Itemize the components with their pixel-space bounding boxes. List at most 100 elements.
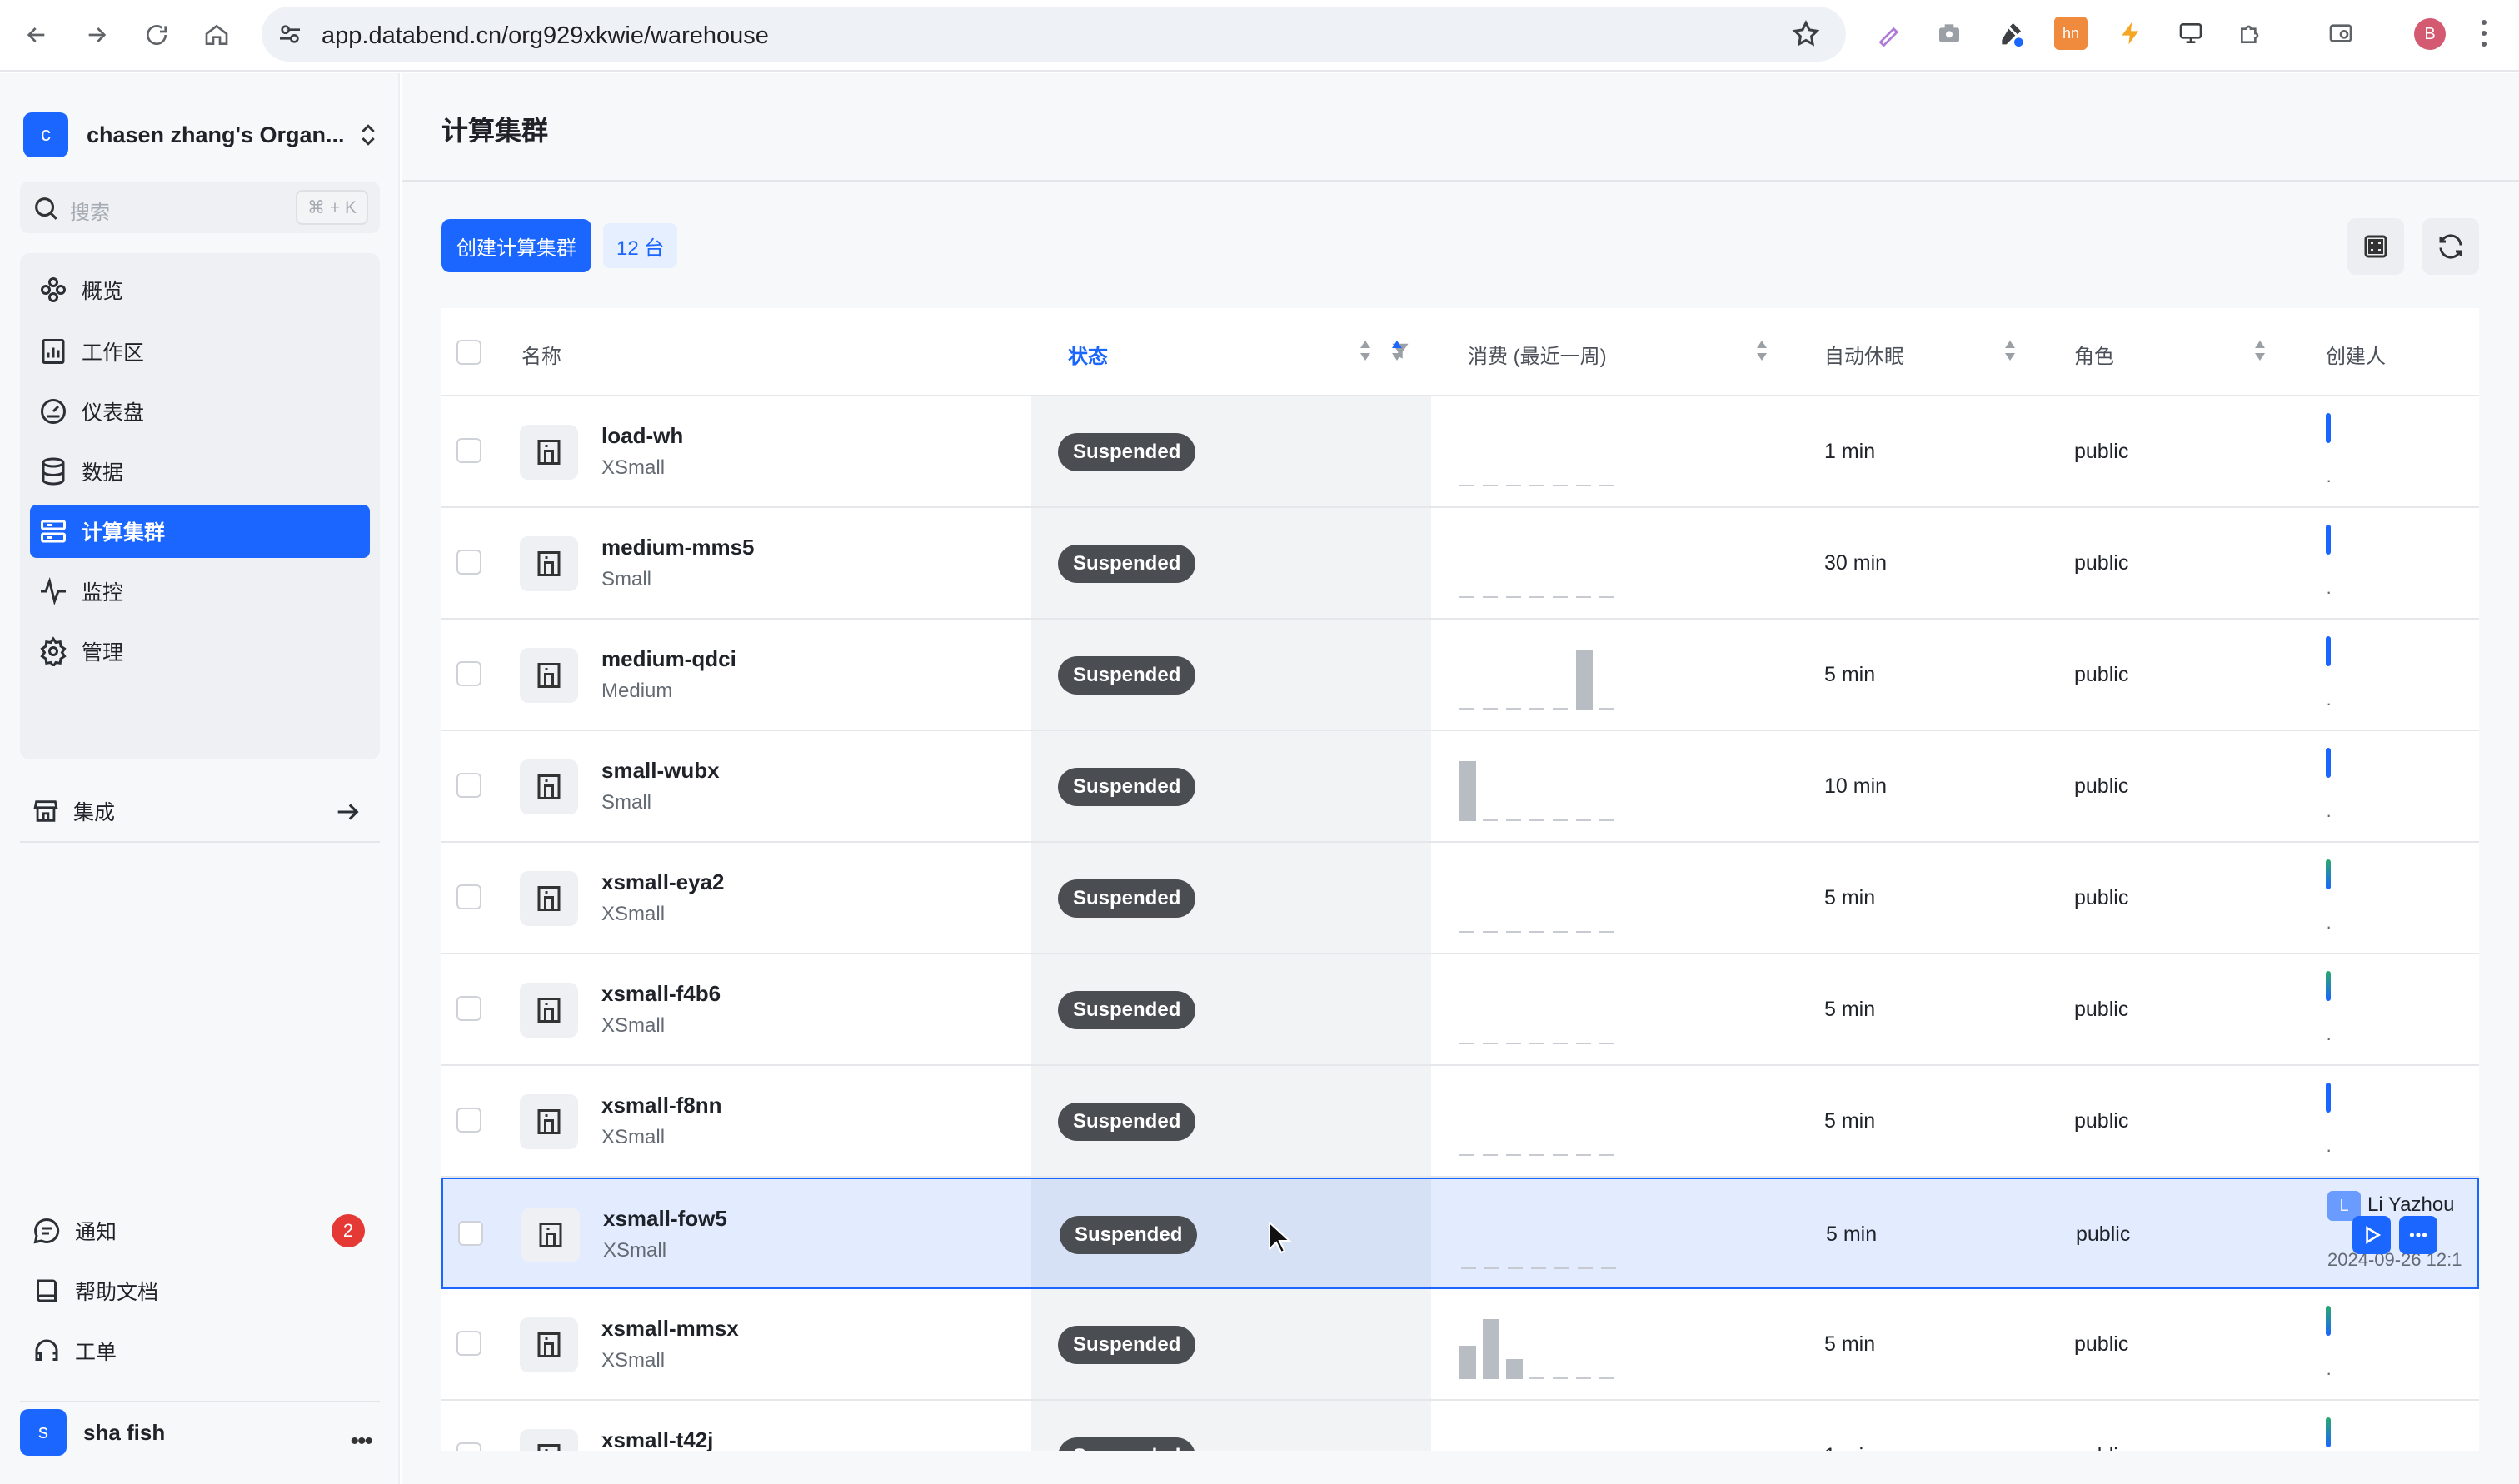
dropper-extension-icon[interactable] <box>1994 17 2028 50</box>
table-row[interactable]: small-wubx Small Suspended 10 min public… <box>441 731 2479 843</box>
warehouse-name[interactable]: xsmall-fow5 <box>603 1206 727 1232</box>
row-checkbox[interactable] <box>458 1221 483 1246</box>
row-checkbox[interactable] <box>456 661 481 686</box>
sort-icon[interactable] <box>1358 338 1373 363</box>
start-button[interactable] <box>2352 1216 2391 1254</box>
created-date: 2024-09-26 12:1 <box>2327 1249 2462 1270</box>
table-row[interactable]: xsmall-mmsx XSmall Suspended 5 min publi… <box>441 1289 2479 1401</box>
cost-bar-empty <box>1506 596 1521 598</box>
table-row[interactable]: medium-mms5 Small Suspended 30 min publi… <box>441 508 2479 620</box>
sidebar-item-manage[interactable]: 管理 <box>30 625 370 678</box>
warehouse-name[interactable]: load-wh <box>601 423 683 449</box>
screen-extension-icon[interactable] <box>2174 17 2207 50</box>
arrow-right-icon[interactable] <box>333 798 362 826</box>
sidebar-item-warehouse[interactable]: 计算集群 <box>30 505 370 558</box>
more-actions-button[interactable] <box>2399 1216 2437 1254</box>
table-row[interactable]: xsmall-eya2 XSmall Suspended 5 min publi… <box>441 843 2479 954</box>
warehouse-count-badge: 12 台 <box>603 223 678 268</box>
warehouse-name[interactable]: xsmall-eya2 <box>601 869 724 895</box>
refresh-button[interactable] <box>2422 218 2479 275</box>
row-checkbox[interactable] <box>456 1331 481 1356</box>
cost-bar-empty <box>1553 819 1568 821</box>
row-checkbox[interactable] <box>456 550 481 575</box>
table-row[interactable]: xsmall-fow5 XSmall Suspended 5 min publi… <box>441 1178 2479 1289</box>
sort-icon[interactable] <box>1389 338 1404 363</box>
reload-icon[interactable] <box>137 15 177 55</box>
sidebar-item-notifications[interactable]: 通知 2 <box>20 1204 380 1257</box>
chevron-updown-icon[interactable] <box>355 122 382 148</box>
sidebar-item-monitor[interactable]: 监控 <box>30 565 370 618</box>
bolt-extension-icon[interactable] <box>2114 17 2147 50</box>
warehouse-name[interactable]: medium-mms5 <box>601 535 755 560</box>
column-header-name[interactable]: 名称 <box>521 340 561 369</box>
sidebar-item-label: 管理 <box>82 641 124 665</box>
sort-icon[interactable] <box>2003 338 2018 363</box>
search-placeholder: 搜索 <box>70 202 110 224</box>
creator-date-truncated: · <box>2326 804 2332 825</box>
row-checkbox[interactable] <box>456 884 481 909</box>
table-row[interactable]: xsmall-f4b6 XSmall Suspended 5 min publi… <box>441 954 2479 1066</box>
sidebar-item-overview[interactable]: 概览 <box>30 263 370 316</box>
more-icon[interactable]: ••• <box>350 1427 372 1456</box>
table-row[interactable]: xsmall-f8nn XSmall Suspended 5 min publi… <box>441 1066 2479 1178</box>
profile-avatar[interactable]: B <box>2414 18 2446 50</box>
warehouse-name[interactable]: xsmall-mmsx <box>601 1316 739 1342</box>
creator-avatar <box>2326 1306 2331 1336</box>
forward-icon[interactable] <box>77 15 117 55</box>
url-text[interactable]: app.databend.cn/org929xkwie/warehouse <box>322 22 769 50</box>
row-checkbox[interactable] <box>456 1108 481 1133</box>
address-bar[interactable]: app.databend.cn/org929xkwie/warehouse <box>262 7 1846 62</box>
sidebar-item-docs[interactable]: 帮助文档 <box>20 1264 380 1317</box>
camera-extension-icon[interactable] <box>1933 17 1966 50</box>
select-all-checkbox[interactable] <box>456 340 481 365</box>
create-warehouse-button[interactable]: 创建计算集群 <box>441 219 591 272</box>
user-menu[interactable]: s sha fish ••• <box>20 1401 380 1456</box>
bookmark-star-icon[interactable] <box>1791 19 1821 49</box>
hn-extension-icon[interactable]: hn <box>2054 17 2088 50</box>
warehouse-name[interactable]: xsmall-f4b6 <box>601 981 721 1007</box>
warehouse-size: XSmall <box>601 1014 666 1037</box>
book-icon <box>37 1279 57 1302</box>
sort-icon[interactable] <box>2252 338 2267 363</box>
sidebar-item-integration[interactable]: 集成 <box>20 781 380 843</box>
cost-bar-empty <box>1553 708 1568 710</box>
row-checkbox[interactable] <box>456 1442 481 1451</box>
sidebar-item-data[interactable]: 数据 <box>30 445 370 498</box>
sidebar-item-worksheet[interactable]: 工作区 <box>30 325 370 378</box>
reading-list-icon[interactable] <box>2324 17 2357 50</box>
site-settings-icon[interactable] <box>277 21 303 47</box>
table-row[interactable]: xsmall-t42j XSmall Suspended 1 min publi… <box>441 1401 2479 1451</box>
sidebar-item-ticket[interactable]: 工单 <box>20 1324 380 1377</box>
column-header-auto-sleep[interactable]: 自动休眠 <box>1824 340 1904 369</box>
grid-view-button[interactable] <box>2347 218 2404 275</box>
row-checkbox[interactable] <box>456 438 481 463</box>
column-header-cost[interactable]: 消费 (最近一周) <box>1468 340 1607 369</box>
pen-extension-icon[interactable] <box>1873 17 1906 50</box>
column-header-role[interactable]: 角色 <box>2074 340 2114 369</box>
sidebar-item-dashboard[interactable]: 仪表盘 <box>30 385 370 438</box>
column-header-creator[interactable]: 创建人 <box>2326 340 2386 369</box>
browser-menu-icon[interactable] <box>2474 17 2494 50</box>
row-checkbox[interactable] <box>456 996 481 1021</box>
home-icon[interactable] <box>197 15 237 55</box>
cost-sparkline <box>1459 1319 1614 1379</box>
warehouse-name[interactable]: small-wubx <box>601 758 720 784</box>
warehouse-name[interactable]: xsmall-t42j <box>601 1427 713 1451</box>
search-input[interactable]: 搜索 ⌘ + K <box>20 182 380 233</box>
back-icon[interactable] <box>17 15 57 55</box>
org-switcher[interactable]: c chasen zhang's Organ... <box>23 112 382 158</box>
auto-sleep-value: 5 min <box>1824 886 1876 909</box>
warehouse-icon <box>521 1208 580 1262</box>
table-row[interactable]: medium-qdci Medium Suspended 5 min publi… <box>441 620 2479 731</box>
column-header-status[interactable]: 状态 <box>1068 340 1108 369</box>
warehouse-name[interactable]: medium-qdci <box>601 646 736 672</box>
auto-sleep-value: 30 min <box>1824 551 1888 575</box>
role-value: public <box>2074 1444 2128 1451</box>
warehouse-name[interactable]: xsmall-f8nn <box>601 1093 722 1118</box>
cost-bar-empty <box>1553 596 1568 598</box>
role-value: public <box>2074 551 2129 575</box>
table-row[interactable]: load-wh XSmall Suspended 1 min public · <box>441 396 2479 508</box>
sort-icon[interactable] <box>1754 338 1769 363</box>
row-checkbox[interactable] <box>456 773 481 798</box>
puzzle-extensions-icon[interactable] <box>2234 17 2267 50</box>
